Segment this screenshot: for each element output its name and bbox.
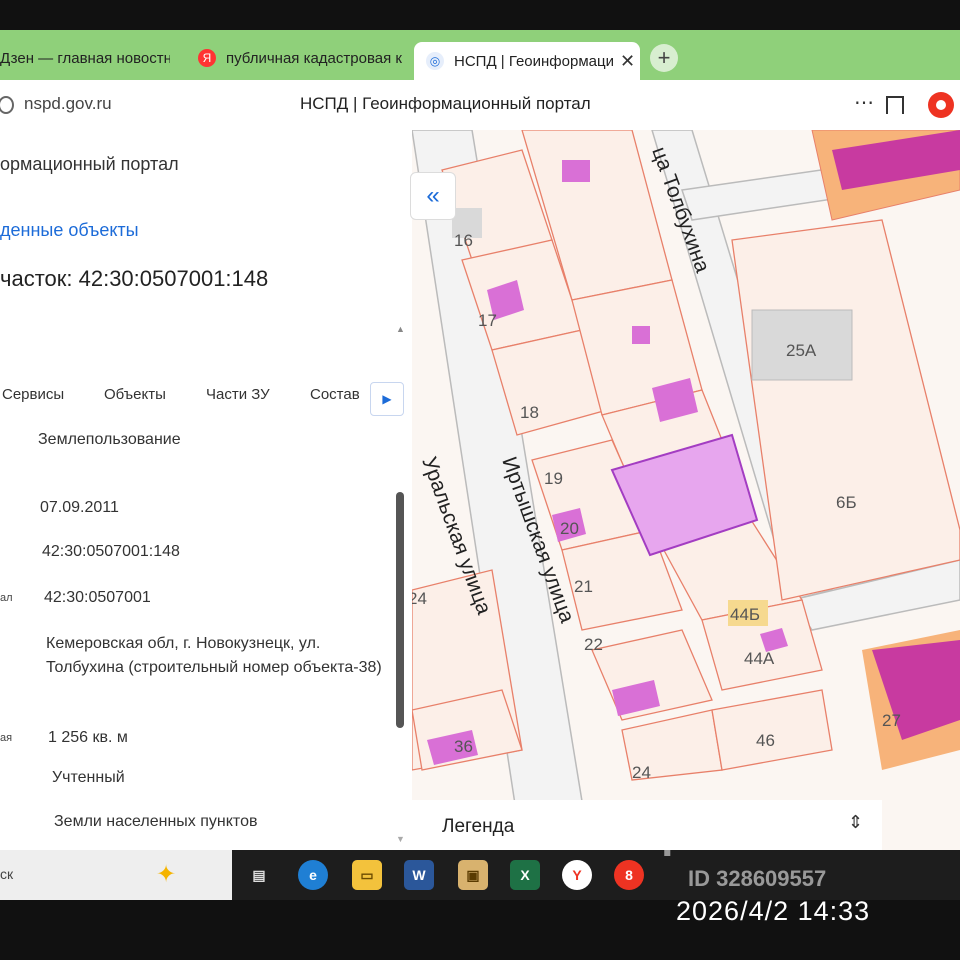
house-number: 46 [756,731,775,750]
edge-browser-icon[interactable]: e [298,860,328,890]
tab-nspd[interactable]: ◎ НСПД | Геоинформаци ✕ [414,42,640,80]
cian-listing-id: ID 328609557 [688,866,827,891]
house-number: 19 [544,469,563,488]
task-view-icon[interactable]: ▤ [244,860,274,890]
close-icon[interactable]: ✕ [620,51,635,72]
portal-title: ормационный портал [0,154,179,174]
cadastral-number-value: 42:30:0507001:148 [42,543,180,560]
parcel-title: часток: 42:30:0507001:148 [0,266,269,291]
tab-parcel-parts[interactable]: Части ЗУ [206,386,270,403]
copilot-sparkle-icon[interactable]: ✦ [156,860,176,889]
house-number: 16 [454,231,473,250]
yandex-browser-icon[interactable]: Y [562,860,592,890]
chevron-updown-icon[interactable]: ⇕ [848,812,863,833]
url-text[interactable]: nspd.gov.ru [24,94,112,114]
area-label: ая [0,732,13,744]
taskbar-search-text[interactable]: ск [0,866,13,882]
tab-label: публичная кадастровая к [226,49,402,67]
house-number: 22 [584,635,603,654]
registration-date-value: 07.09.2011 [40,499,119,516]
browser-tab-bar: Дзен — главная новостна Я публичная када… [0,30,960,80]
house-number: 18 [520,403,539,422]
house-number: 27 [882,711,901,730]
area-value: 1 256 кв. м [48,729,128,746]
land-category-value: Земли населенных пунктов [54,813,258,830]
tab-objects[interactable]: Объекты [104,386,166,403]
cadastral-quarter-value: 42:30:0507001 [44,589,151,606]
cadastral-map[interactable]: Уральская улица Иртышская улица ца Толбу… [412,130,960,850]
scroll-down-arrow-icon[interactable]: ▼ [396,834,405,844]
tab-label: Дзен — главная новостна [0,49,170,67]
house-number: 20 [560,519,579,538]
house-number: 21 [574,577,593,596]
taskbar-search-area[interactable]: ск ✦ [0,850,232,900]
new-tab-button[interactable]: + [650,44,678,72]
map-canvas[interactable]: Уральская улица Иртышская улица ца Толбу… [412,130,960,850]
status-value: Учтенный [52,769,125,786]
tab-services[interactable]: Сервисы [2,386,64,403]
photo-timestamp: 2026/4/2 14:33 [676,896,871,926]
tab-composition[interactable]: Состав [310,386,360,403]
house-number: 24 [632,763,651,782]
scrollbar-thumb[interactable] [396,492,404,728]
cian-watermark: циан [640,801,760,857]
panel-scrollbar[interactable] [396,430,404,850]
address-bar: nspd.gov.ru НСПД | Геоинформационный пор… [0,80,960,131]
bookmark-icon[interactable] [886,96,904,114]
house-number: 36 [454,737,473,756]
app-8-icon[interactable]: 8 [614,860,644,890]
tabs-scroll-right-button[interactable]: ▶ [370,382,404,416]
scroll-up-arrow-icon[interactable]: ▲ [396,324,405,334]
found-objects-link[interactable]: денные объекты [0,220,139,241]
screen: Дзен — главная новостна Я публичная када… [0,30,960,900]
nspd-icon: ◎ [426,52,444,70]
panel-tabs: Сервисы Объекты Части ЗУ Состав ▶ [0,380,412,416]
file-explorer-icon[interactable]: ▭ [352,860,382,890]
excel-icon[interactable]: X [510,860,540,890]
tab-yandex-search[interactable]: Я публичная кадастровая к [186,40,408,76]
word-icon[interactable]: W [404,860,434,890]
collapse-panel-button[interactable]: « [410,172,456,220]
page-title: НСПД | Геоинформационный портал [300,94,591,113]
more-menu-icon[interactable]: ⋯ [854,90,875,115]
yandex-icon: Я [198,49,216,67]
site-info-icon[interactable] [0,96,14,114]
quarter-label: ал [0,592,13,604]
tab-dzen[interactable]: Дзен — главная новостна [0,40,170,76]
alice-assistant-icon[interactable] [928,92,954,118]
land-use-value: Землепользование [38,431,181,448]
folder-icon[interactable]: ▣ [458,860,488,890]
house-number: 24 [412,589,427,608]
object-info-panel: ормационный портал денные объекты часток… [0,130,413,850]
tab-label: НСПД | Геоинформаци [454,52,614,70]
house-number: 44А [744,649,775,668]
address-value: Кемеровская обл, г. Новокузнецк, ул. Тол… [46,635,382,676]
house-number: 17 [478,311,497,330]
house-number: 44Б [730,605,760,624]
legend-label: Легенда [442,816,515,837]
house-number: 25А [786,341,817,360]
house-number: 6Б [836,493,857,512]
